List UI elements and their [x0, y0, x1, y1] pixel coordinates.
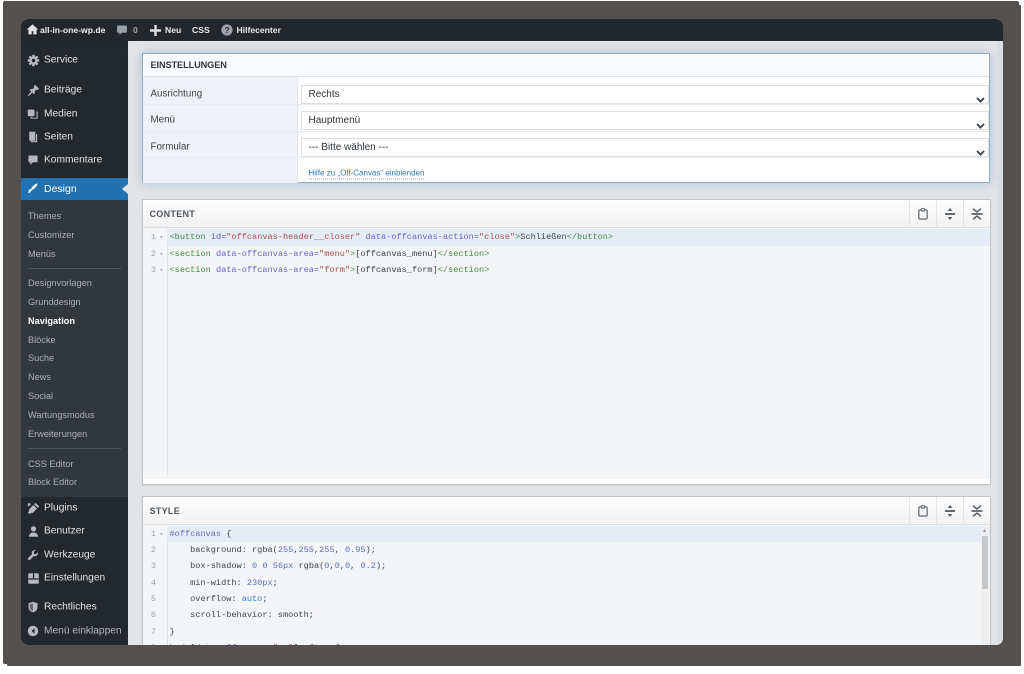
- svg-text:?: ?: [224, 26, 229, 35]
